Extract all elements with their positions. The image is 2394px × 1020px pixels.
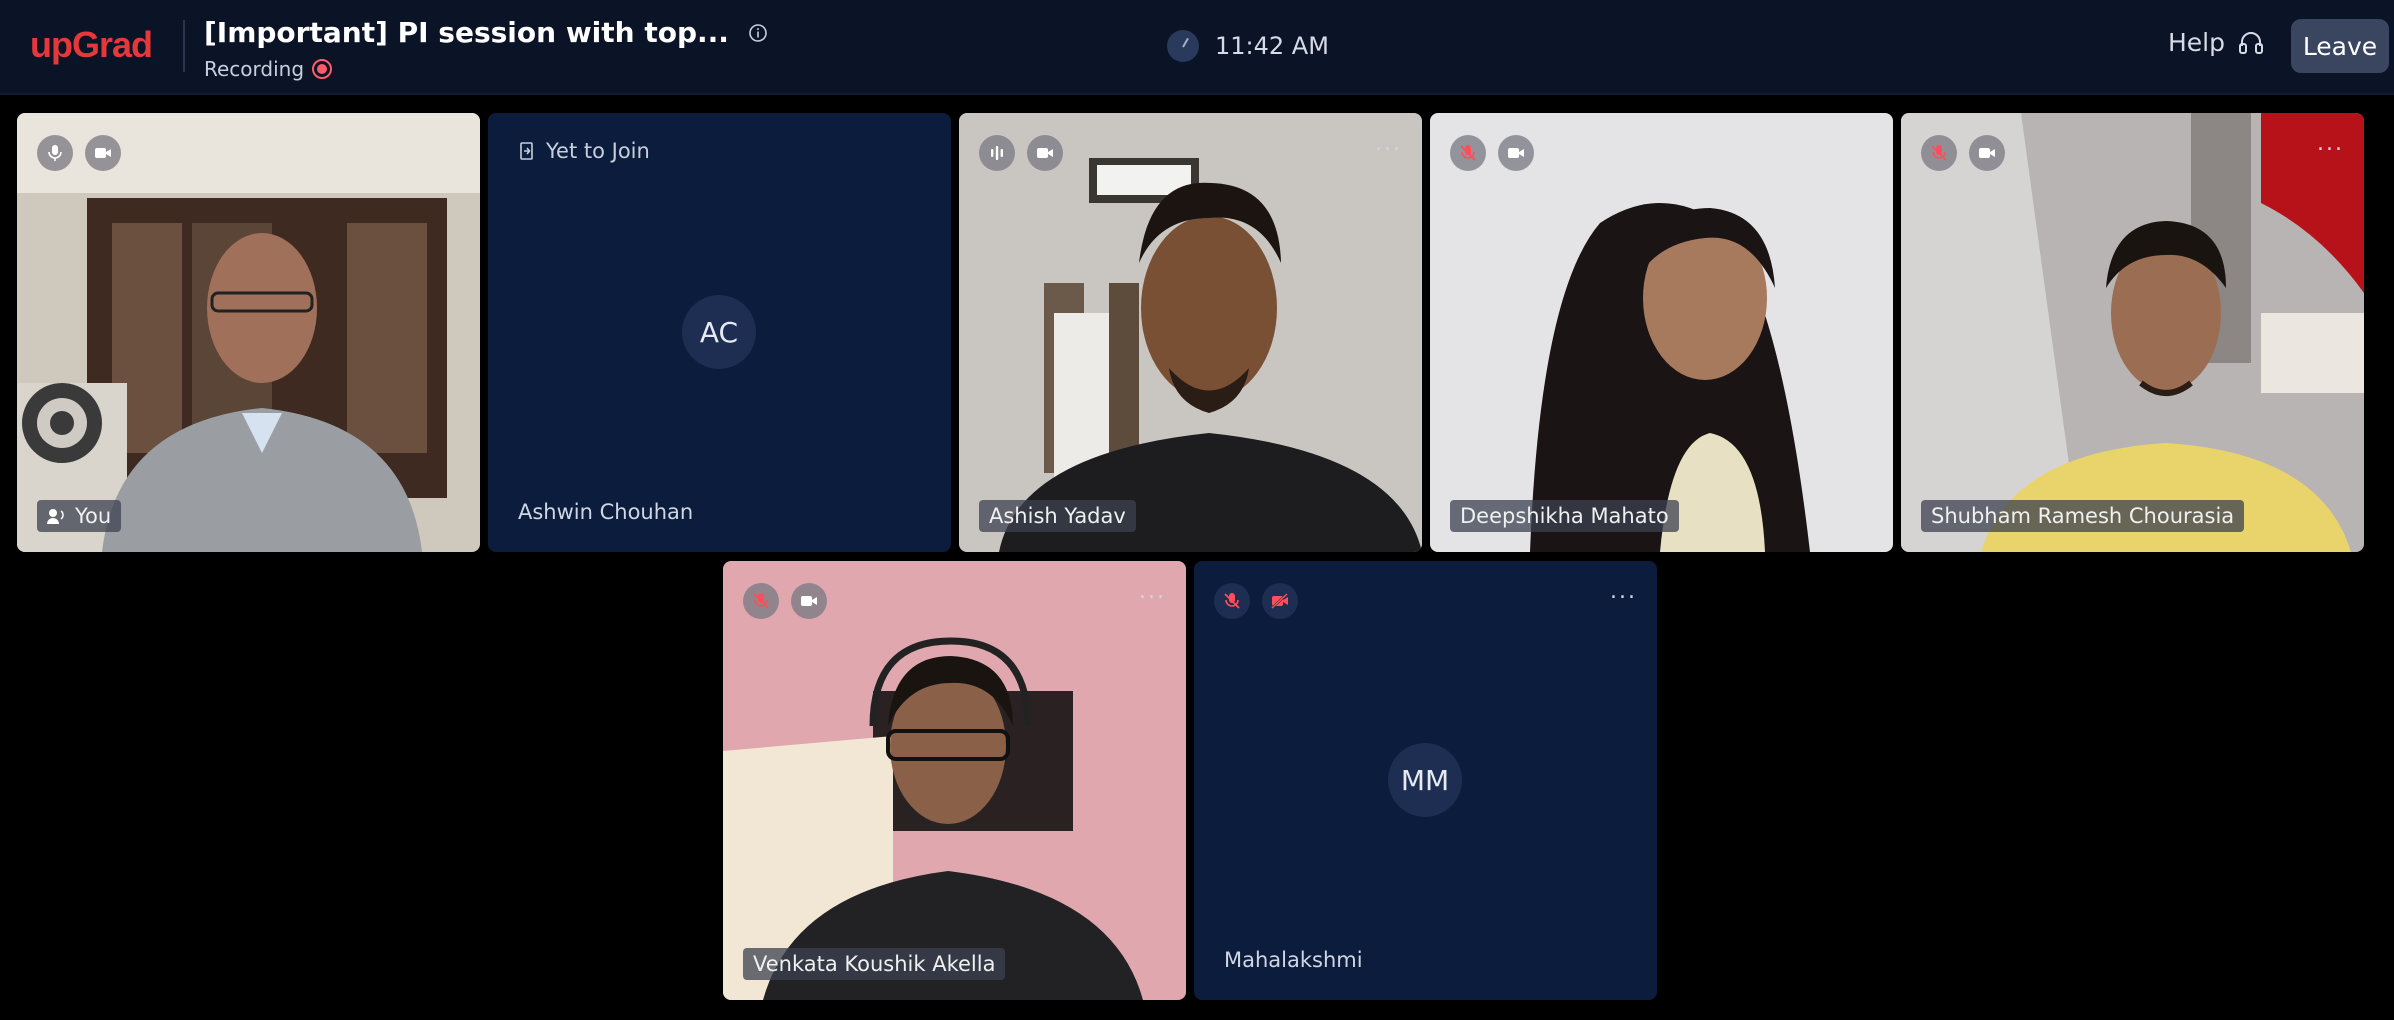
audio-level-icon[interactable] — [979, 135, 1015, 171]
session-clock: 11:42 AM — [1167, 30, 1329, 62]
participant-video — [1430, 113, 1893, 552]
microphone-icon[interactable] — [37, 135, 73, 171]
yet-to-join-label: Yet to Join — [546, 139, 650, 163]
current-time: 11:42 AM — [1215, 32, 1329, 60]
microphone-muted-icon[interactable] — [1450, 135, 1486, 171]
participant-video — [17, 113, 480, 552]
recording-label: Recording — [204, 57, 305, 81]
participant-tile-mahalakshmi[interactable]: ... MM Mahalakshmi — [1194, 561, 1657, 1000]
session-info: [Important] PI session with top... Recor… — [204, 16, 768, 81]
microphone-muted-icon[interactable] — [1921, 135, 1957, 171]
help-label: Help — [2168, 28, 2225, 57]
speaker-icon — [47, 509, 64, 524]
participant-tile-ashish[interactable]: ... Ashish Yadav — [959, 113, 1422, 552]
participant-video — [959, 113, 1422, 552]
tile-controls — [37, 135, 121, 171]
session-title: [Important] PI session with top... — [204, 16, 729, 49]
camera-icon[interactable] — [1498, 135, 1534, 171]
participant-name-tag: Deepshikha Mahato — [1450, 500, 1679, 532]
help-button[interactable]: Help — [2168, 28, 2265, 57]
participant-name-tag: You — [37, 500, 122, 532]
microphone-muted-icon[interactable] — [1214, 583, 1250, 619]
leave-button[interactable]: Leave — [2291, 19, 2389, 73]
more-options-icon[interactable]: ... — [1610, 579, 1637, 604]
participant-name: You — [75, 504, 112, 528]
participant-name: Venkata Koushik Akella — [753, 952, 996, 976]
participant-avatar: MM — [1388, 743, 1462, 817]
participant-tile-deepshikha[interactable]: Deepshikha Mahato — [1430, 113, 1893, 552]
participant-tile-shubham[interactable]: ... Shubham Ramesh Chourasia — [1901, 113, 2364, 552]
camera-icon[interactable] — [791, 583, 827, 619]
participant-name: Ashish Yadav — [989, 504, 1126, 528]
recording-dot-icon — [312, 59, 333, 79]
yet-to-join-status: Yet to Join — [518, 139, 650, 163]
clock-icon — [1167, 30, 1199, 62]
tile-controls — [1450, 135, 1534, 171]
tile-controls — [979, 135, 1063, 171]
header-divider — [183, 20, 185, 72]
tile-controls — [1921, 135, 2005, 171]
participant-tile-you[interactable]: You — [17, 113, 480, 552]
camera-icon[interactable] — [85, 135, 121, 171]
info-icon[interactable] — [748, 23, 768, 43]
participant-tile-ashwin[interactable]: Yet to Join AC Ashwin Chouhan — [488, 113, 951, 552]
camera-icon[interactable] — [1027, 135, 1063, 171]
microphone-muted-icon[interactable] — [743, 583, 779, 619]
participant-name: Shubham Ramesh Chourasia — [1931, 504, 2235, 528]
more-options-icon[interactable]: ... — [2317, 131, 2344, 156]
participant-name-tag: Ashish Yadav — [979, 500, 1136, 532]
participant-name: Mahalakshmi — [1224, 948, 1363, 972]
participant-name-tag: Venkata Koushik Akella — [743, 948, 1006, 980]
tile-controls — [1214, 583, 1298, 619]
more-options-icon[interactable]: ... — [1375, 131, 1402, 156]
top-bar: upGrad [Important] PI session with top..… — [0, 0, 2394, 95]
participant-video — [723, 561, 1186, 1000]
recording-indicator: Recording — [204, 57, 768, 81]
participant-name: Deepshikha Mahato — [1460, 504, 1669, 528]
participant-avatar: AC — [682, 295, 756, 369]
join-door-icon — [520, 142, 533, 160]
tile-controls — [743, 583, 827, 619]
camera-icon[interactable] — [1969, 135, 2005, 171]
participant-name: Ashwin Chouhan — [518, 500, 694, 524]
more-options-icon[interactable]: ... — [1139, 579, 1166, 604]
participant-name-tag: Shubham Ramesh Chourasia — [1921, 500, 2245, 532]
headset-icon — [2239, 31, 2263, 54]
participant-tile-venkata[interactable]: ... Venkata Koushik Akella — [723, 561, 1186, 1000]
participant-video — [1901, 113, 2364, 552]
upgrad-logo: upGrad — [30, 24, 153, 65]
camera-off-icon[interactable] — [1262, 583, 1298, 619]
